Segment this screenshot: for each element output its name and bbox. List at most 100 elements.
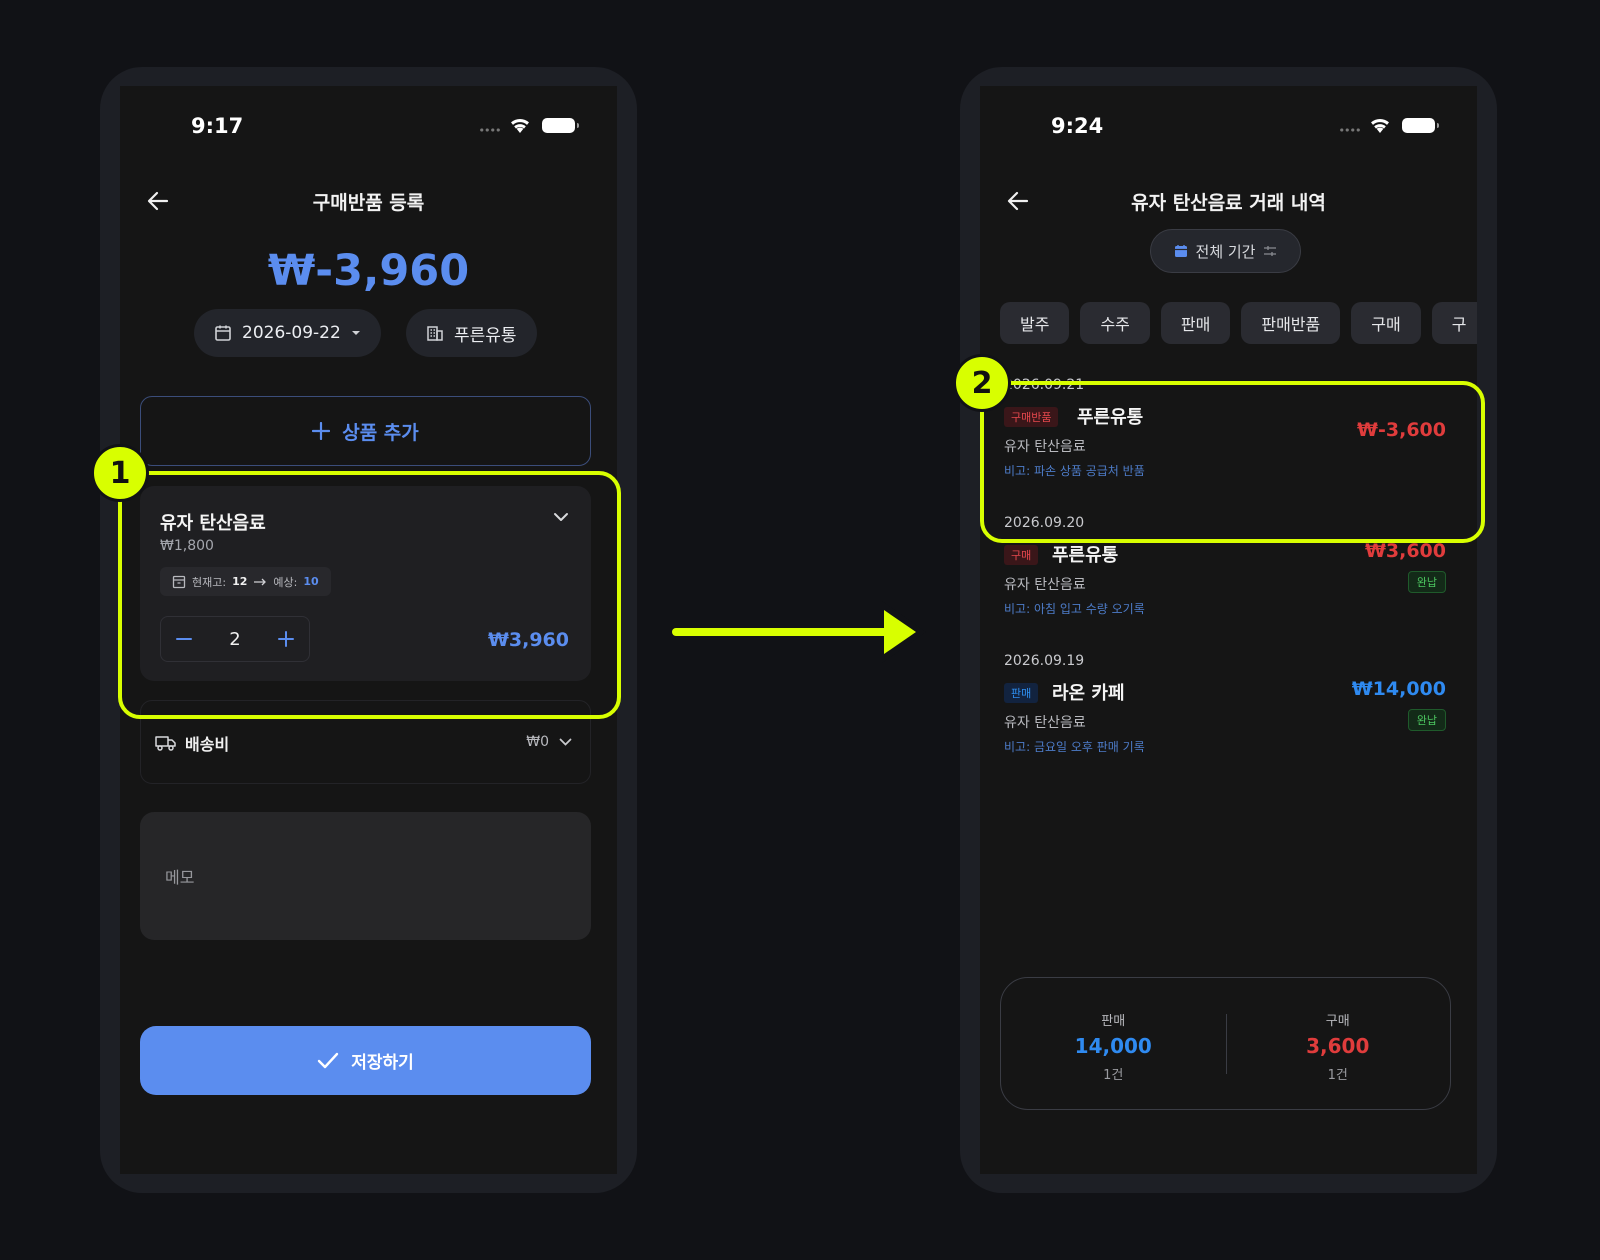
partner-name: 라온 카페 bbox=[1052, 683, 1125, 704]
plus-icon bbox=[312, 422, 331, 440]
purchase-label: 구매 bbox=[1325, 1014, 1350, 1029]
shipping-label-group: 배송비 bbox=[155, 731, 229, 755]
purchase-count: 1건 bbox=[1327, 1068, 1348, 1083]
sales-count: 1건 bbox=[1103, 1068, 1124, 1083]
transaction-note: 비고: 파손 상품 공급처 반품 bbox=[1004, 464, 1145, 478]
summary-card: 판매 14,000 1건 구매 3,600 1건 bbox=[1000, 977, 1451, 1110]
building-icon bbox=[427, 326, 443, 341]
arrow-right-icon bbox=[254, 578, 267, 585]
supplier-value: 푸른유통 bbox=[454, 325, 517, 346]
app-bar: 구매반품 등록 bbox=[120, 181, 617, 221]
memo-field[interactable] bbox=[140, 812, 591, 940]
signal-icon bbox=[1339, 128, 1361, 132]
sales-label: 판매 bbox=[1101, 1014, 1126, 1029]
page-title: 구매반품 등록 bbox=[312, 192, 425, 214]
step-marker-2: 2 bbox=[953, 354, 1011, 412]
battery-icon bbox=[542, 118, 579, 133]
type-badge: 구매반품 bbox=[1004, 407, 1059, 427]
filter-tab[interactable]: 판매반품 bbox=[1241, 302, 1341, 344]
battery-icon bbox=[1402, 118, 1439, 133]
app-bar: 유자 탄산음료 거래 내역 bbox=[980, 181, 1477, 221]
decrease-button[interactable] bbox=[161, 617, 207, 661]
transaction-amount: ₩3,600 bbox=[1364, 540, 1446, 562]
filter-tab[interactable]: 수주 bbox=[1080, 302, 1150, 344]
product-unit-price: ₩1,800 bbox=[160, 538, 214, 554]
date-value: 2026-09-22 bbox=[242, 323, 341, 343]
step-marker-1: 1 bbox=[91, 444, 149, 502]
chevron-down-icon[interactable] bbox=[553, 512, 569, 522]
period-filter[interactable]: 전체 기간 bbox=[1150, 229, 1301, 273]
stock-expected: 10 bbox=[303, 575, 319, 588]
stock-current: 12 bbox=[232, 575, 248, 588]
date-header: 2026.09.19 bbox=[1004, 653, 1085, 669]
status-time: 9:17 bbox=[191, 114, 244, 138]
save-button[interactable]: 저장하기 bbox=[140, 1026, 591, 1095]
type-badge: 구매 bbox=[1004, 545, 1039, 565]
flow-arrow-icon bbox=[670, 601, 926, 663]
sales-summary: 판매 14,000 1건 bbox=[1001, 978, 1226, 1109]
minus-icon bbox=[176, 638, 192, 640]
shipping-value: ₩0 bbox=[526, 734, 549, 750]
transaction-history-screen: 9:24 유자 탄산음료 거래 내역 전체 기간 발주 수주 판매 판매반품 구… bbox=[980, 86, 1477, 1174]
transaction-note: 비고: 금요일 오후 판매 기록 bbox=[1004, 740, 1145, 754]
chevron-down-icon bbox=[559, 738, 572, 746]
purchase-return-screen: 9:17 구매반품 등록 ₩-3,960 2026-09-22 푸른유통 상품 … bbox=[120, 86, 617, 1174]
period-label: 전체 기간 bbox=[1195, 242, 1256, 261]
increase-button[interactable] bbox=[263, 617, 309, 661]
stock-expected-label: 예상: bbox=[273, 575, 298, 589]
filter-tab[interactable]: 판매 bbox=[1160, 302, 1231, 344]
product-name: 유자 탄산음료 bbox=[160, 513, 266, 534]
check-icon bbox=[318, 1052, 339, 1068]
status-bar: 9:24 bbox=[980, 86, 1477, 156]
date-selector[interactable]: 2026-09-22 bbox=[194, 309, 381, 357]
wifi-icon bbox=[1371, 118, 1389, 133]
transaction-row[interactable]: 판매 라온 카페 유자 탄산음료 비고: 금요일 오후 판매 기록 ₩14,00… bbox=[1004, 678, 1446, 758]
calendar-icon bbox=[215, 325, 231, 341]
sliders-icon bbox=[1264, 246, 1277, 256]
status-bar: 9:17 bbox=[120, 86, 617, 156]
wifi-icon bbox=[511, 118, 529, 133]
filter-tab[interactable]: 발주 bbox=[1000, 302, 1070, 344]
sales-value: 14,000 bbox=[1074, 1034, 1152, 1058]
status-time: 9:24 bbox=[1051, 114, 1104, 138]
type-badge: 판매 bbox=[1004, 683, 1039, 703]
type-filter-tabs: 발주 수주 판매 판매반품 구매 구 bbox=[1000, 302, 1477, 344]
partner-name: 푸른유통 bbox=[1052, 545, 1119, 566]
calendar-icon bbox=[1174, 245, 1187, 257]
stock-label: 현재고: bbox=[192, 575, 227, 589]
purchase-value: 3,600 bbox=[1306, 1034, 1370, 1058]
paid-badge: 완납 bbox=[1407, 709, 1446, 731]
save-label: 저장하기 bbox=[351, 1053, 414, 1073]
date-header: 2026.09.21 bbox=[1004, 377, 1085, 393]
supplier-selector[interactable]: 푸른유통 bbox=[406, 309, 537, 357]
quantity-stepper: 2 bbox=[160, 616, 310, 662]
total-amount: ₩-3,960 bbox=[267, 246, 470, 296]
phone-right: 9:24 유자 탄산음료 거래 내역 전체 기간 발주 수주 판매 판매반품 구… bbox=[960, 67, 1497, 1193]
filter-tab[interactable]: 구 bbox=[1431, 302, 1477, 344]
filter-tab[interactable]: 구매 bbox=[1351, 302, 1421, 344]
truck-icon bbox=[155, 736, 176, 751]
caret-down-icon bbox=[351, 331, 360, 335]
transaction-amount: ₩-3,600 bbox=[1357, 419, 1446, 441]
transaction-note: 비고: 아침 입고 수량 오기록 bbox=[1004, 602, 1145, 616]
add-product-label: 상품 추가 bbox=[342, 421, 419, 444]
plus-icon bbox=[278, 631, 294, 647]
transaction-amount: ₩14,000 bbox=[1351, 678, 1446, 700]
shipping-row[interactable]: 배송비 ₩0 bbox=[140, 700, 591, 784]
phone-left: 9:17 구매반품 등록 ₩-3,960 2026-09-22 푸른유통 상품 … bbox=[100, 67, 637, 1193]
signal-icon bbox=[479, 128, 501, 132]
add-product-button[interactable]: 상품 추가 bbox=[140, 396, 591, 466]
transaction-row[interactable]: 구매반품 푸른유통 유자 탄산음료 비고: 파손 상품 공급처 반품 ₩-3,6… bbox=[1004, 402, 1446, 482]
purchase-summary: 구매 3,600 1건 bbox=[1226, 978, 1451, 1109]
partner-name: 푸른유통 bbox=[1077, 407, 1144, 428]
paid-badge: 완납 bbox=[1407, 571, 1446, 593]
date-header: 2026.09.20 bbox=[1004, 515, 1085, 531]
shipping-label: 배송비 bbox=[185, 735, 230, 754]
quantity-value[interactable]: 2 bbox=[207, 629, 263, 650]
page-title: 유자 탄산음료 거래 내역 bbox=[1131, 192, 1326, 214]
transaction-row[interactable]: 구매 푸른유통 유자 탄산음료 비고: 아침 입고 수량 오기록 ₩3,600 … bbox=[1004, 540, 1446, 620]
product-card: 유자 탄산음료 ₩1,800 현재고: 12 예상: 10 2 ₩3,960 bbox=[140, 486, 591, 681]
shipping-value-group: ₩0 bbox=[526, 734, 572, 750]
line-total: ₩3,960 bbox=[487, 629, 569, 651]
stock-info: 현재고: 12 예상: 10 bbox=[160, 567, 331, 596]
